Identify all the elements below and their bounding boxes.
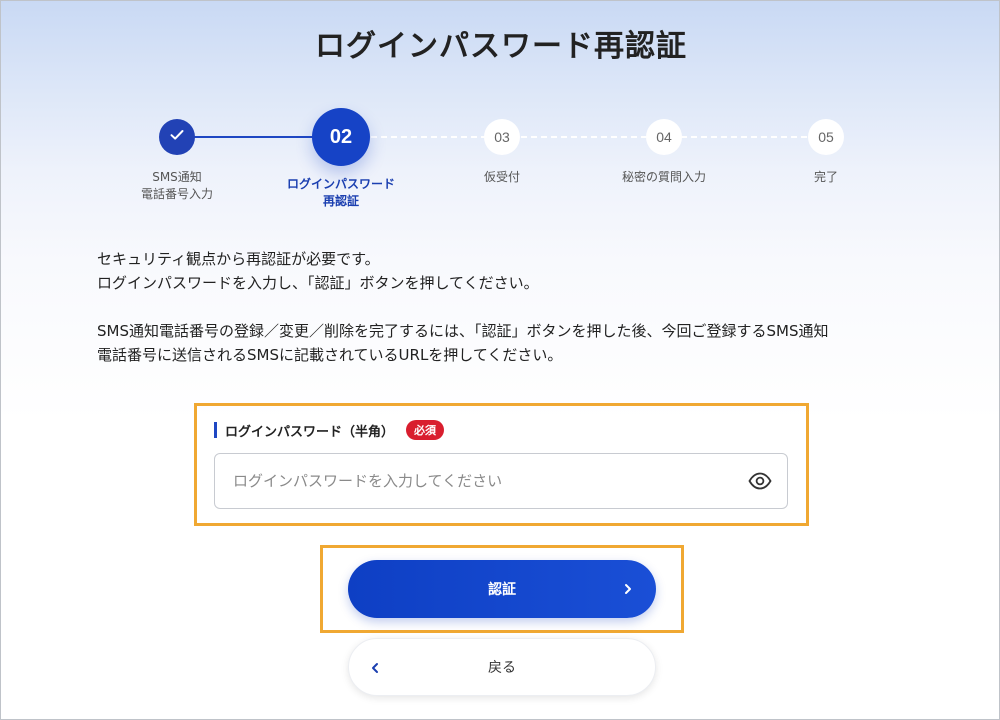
password-input-wrapper <box>214 453 788 509</box>
progress-stepper: SMS通知 電話番号入力 02 ログインパスワード 再認証 03 仮受付 04 … <box>1 1 999 221</box>
label-accent-bar <box>214 422 217 438</box>
step-3-label: 仮受付 <box>422 169 582 186</box>
check-icon <box>170 128 184 146</box>
step-1-label: SMS通知 電話番号入力 <box>97 169 257 203</box>
eye-icon[interactable] <box>747 468 773 494</box>
step-2-number: 02 <box>329 125 353 148</box>
step-1-label-line1: SMS通知 <box>152 170 202 184</box>
step-2-label-line1: ログインパスワード <box>286 177 395 191</box>
step-3-label-line1: 仮受付 <box>483 170 520 184</box>
step-4: 04 <box>646 119 682 155</box>
back-button-label: 戻る <box>488 660 516 676</box>
instruction-line-4: 電話番号に送信されるSMSに記載されているURLを押してください。 <box>97 346 563 364</box>
back-button[interactable]: 戻る <box>348 638 656 696</box>
step-2-current: 02 <box>312 108 370 166</box>
step-4-label-line1: 秘密の質問入力 <box>621 170 706 184</box>
step-4-number: 04 <box>656 129 672 145</box>
step-3-number: 03 <box>494 129 510 145</box>
instruction-line-2: ログインパスワードを入力し、「認証」ボタンを押してください。 <box>97 274 539 292</box>
step-1-complete <box>159 119 195 155</box>
password-input[interactable] <box>215 471 747 491</box>
password-field-label: ログインパスワード（半角） 必須 <box>214 420 445 440</box>
instruction-text: セキュリティ観点から再認証が必要です。 ログインパスワードを入力し、「認証」ボタ… <box>97 247 828 391</box>
authenticate-button[interactable]: 認証 <box>348 560 656 618</box>
required-badge: 必須 <box>406 420 445 440</box>
step-5: 05 <box>808 119 844 155</box>
step-3: 03 <box>484 119 520 155</box>
page-frame: ログインパスワード再認証 SMS通知 電話番号入力 02 ログインパスワード 再… <box>0 0 1000 720</box>
password-label-text: ログインパスワード（半角） <box>225 424 395 440</box>
step-5-label-line1: 完了 <box>813 170 838 184</box>
authenticate-button-label: 認証 <box>488 582 516 598</box>
instruction-line-3: SMS通知電話番号の登録／変更／削除を完了するには、「認証」ボタンを押した後、今… <box>97 322 829 340</box>
chevron-left-icon <box>369 657 381 683</box>
step-2-label: ログインパスワード 再認証 <box>261 176 421 210</box>
step-1-label-line2: 電話番号入力 <box>140 187 213 201</box>
step-2-label-line2: 再認証 <box>322 194 359 208</box>
step-4-label: 秘密の質問入力 <box>584 169 744 186</box>
step-5-number: 05 <box>818 129 834 145</box>
step-5-label: 完了 <box>746 169 906 186</box>
step-connector-todo <box>341 136 827 138</box>
chevron-right-icon <box>622 578 634 604</box>
instruction-line-1: セキュリティ観点から再認証が必要です。 <box>97 250 380 268</box>
